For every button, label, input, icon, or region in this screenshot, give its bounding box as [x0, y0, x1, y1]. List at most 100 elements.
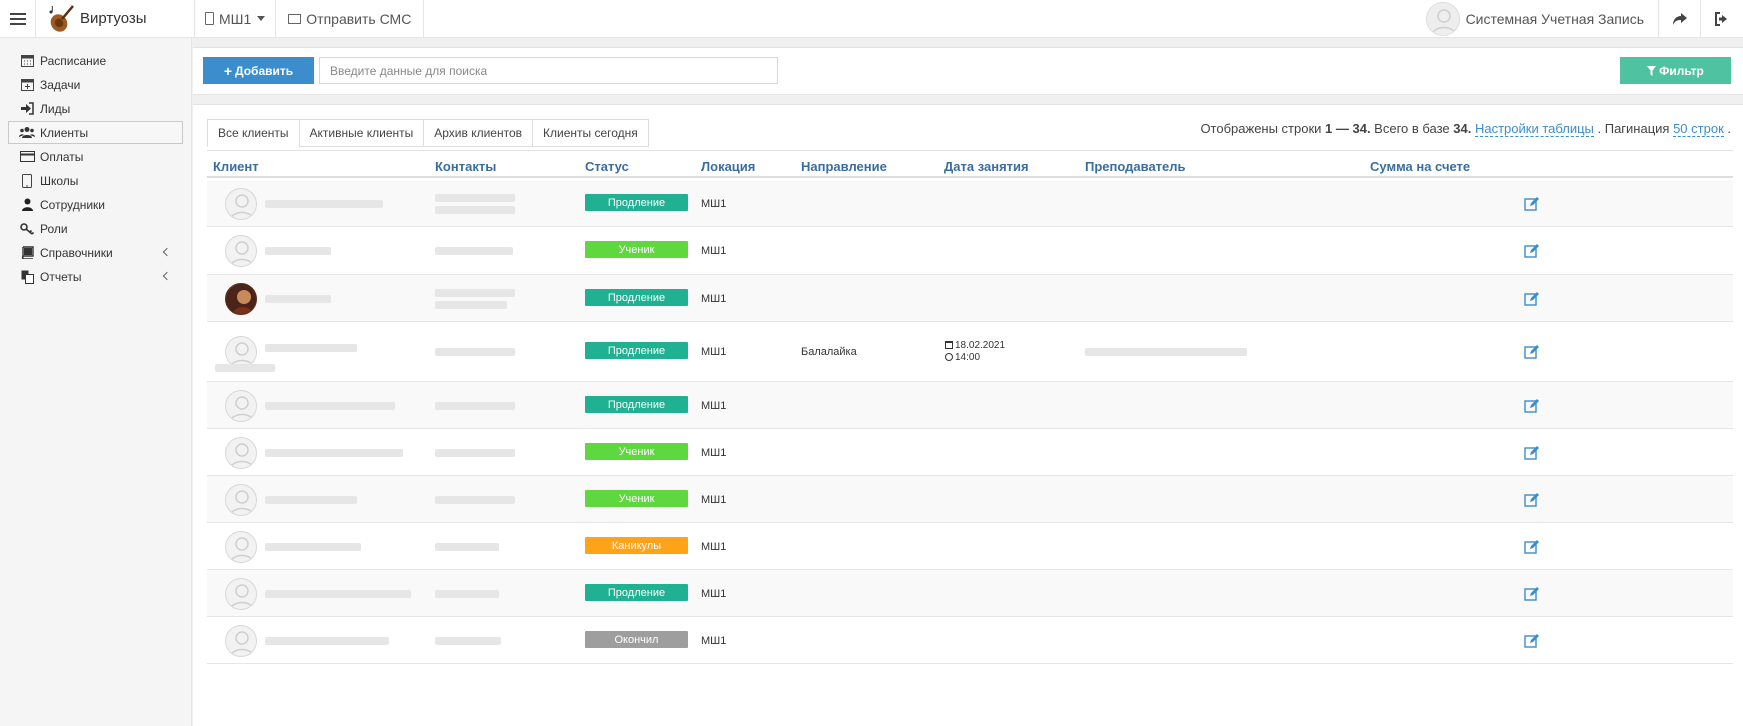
table-row[interactable]: Продление МШ1 — [207, 570, 1733, 617]
sidebar-item-schools[interactable]: Школы — [8, 169, 183, 192]
col-lesson-date[interactable]: Дата занятия — [944, 159, 1029, 174]
client-contact[interactable] — [435, 402, 515, 410]
client-name[interactable] — [265, 543, 361, 551]
client-contact[interactable] — [435, 449, 515, 457]
edit-icon[interactable] — [1524, 633, 1540, 649]
col-location[interactable]: Локация — [701, 159, 755, 174]
client-name[interactable] — [265, 295, 331, 303]
envelope-icon — [288, 13, 302, 24]
share-button[interactable] — [1659, 0, 1701, 38]
brand[interactable]: Виртуозы — [36, 0, 195, 38]
table-settings-link[interactable]: Настройки таблицы — [1474, 121, 1594, 137]
tab-archive-clients[interactable]: Архив клиентов — [423, 119, 534, 147]
tab-today-clients[interactable]: Клиенты сегодня — [532, 119, 649, 147]
client-name[interactable] — [265, 496, 357, 504]
info-prefix: Отображены строки — [1200, 121, 1326, 136]
filter-button[interactable]: Фильтр — [1620, 57, 1731, 84]
client-tabs: Все клиенты Активные клиенты Архив клиен… — [207, 119, 649, 147]
client-contact[interactable] — [435, 206, 515, 214]
col-status[interactable]: Статус — [585, 159, 629, 174]
edit-icon[interactable] — [1524, 445, 1540, 461]
col-client[interactable]: Клиент — [213, 159, 259, 174]
tab-active-clients[interactable]: Активные клиенты — [298, 119, 425, 147]
client-name[interactable] — [265, 247, 331, 255]
add-client-button[interactable]: + Добавить — [203, 57, 314, 84]
sidebar-item-roles[interactable]: Роли — [8, 217, 183, 240]
col-balance[interactable]: Сумма на счете — [1370, 159, 1470, 174]
client-name[interactable] — [265, 449, 403, 457]
table-row[interactable]: Окончил МШ1 — [207, 617, 1733, 664]
client-avatar — [225, 283, 257, 315]
edit-icon[interactable] — [1524, 291, 1540, 307]
table-row[interactable]: Продление МШ1 — [207, 382, 1733, 429]
edit-icon[interactable] — [1524, 344, 1540, 360]
search-input[interactable] — [319, 57, 778, 84]
sidebar-item-reports[interactable]: Отчеты — [8, 265, 183, 288]
client-avatar — [225, 390, 257, 422]
col-direction[interactable]: Направление — [801, 159, 887, 174]
school-label: МШ1 — [219, 10, 252, 27]
sidebar-item-label: Задачи — [40, 77, 81, 92]
edit-icon[interactable] — [1524, 586, 1540, 602]
client-contact[interactable] — [435, 289, 515, 297]
school-selector[interactable]: МШ1 — [195, 0, 277, 38]
user-menu[interactable]: Системная Учетная Запись — [1425, 0, 1659, 38]
client-location: МШ1 — [701, 447, 727, 459]
client-contact[interactable] — [435, 194, 515, 202]
client-name[interactable] — [265, 200, 383, 208]
tab-all-clients[interactable]: Все клиенты — [207, 119, 300, 147]
client-name[interactable] — [265, 402, 395, 410]
chevron-left-icon — [162, 271, 172, 281]
client-name[interactable] — [265, 590, 411, 598]
edit-icon[interactable] — [1524, 492, 1540, 508]
edit-icon[interactable] — [1524, 196, 1540, 212]
building-icon — [19, 173, 35, 188]
client-location: МШ1 — [701, 541, 727, 553]
pagination-link[interactable]: 50 строк — [1673, 121, 1724, 137]
client-contact[interactable] — [435, 637, 501, 645]
edit-icon[interactable] — [1524, 243, 1540, 259]
client-contact[interactable] — [435, 247, 513, 255]
client-contact[interactable] — [435, 543, 499, 551]
table-row[interactable]: Каникулы МШ1 — [207, 523, 1733, 570]
table-row[interactable]: Ученик МШ1 — [207, 227, 1733, 275]
table-row[interactable]: Ученик МШ1 — [207, 429, 1733, 476]
sidebar-item-references[interactable]: Справочники — [8, 241, 183, 264]
sidebar-item-label: Клиенты — [40, 125, 89, 140]
table-row[interactable]: Продление МШ1 — [207, 275, 1733, 322]
col-teacher[interactable]: Преподаватель — [1085, 159, 1186, 174]
table-info: Отображены строки 1 — 34. Всего в базе 3… — [1200, 121, 1731, 137]
sidebar-item-schedule[interactable]: Расписание — [8, 49, 183, 72]
table-row[interactable]: Продление МШ1 Балалайка 18.02.2021 14:00 — [207, 322, 1733, 382]
client-name[interactable] — [215, 364, 275, 372]
edit-icon[interactable] — [1524, 539, 1540, 555]
logout-button[interactable] — [1701, 0, 1743, 38]
menu-toggle-button[interactable] — [0, 0, 36, 38]
sidebar-item-tasks[interactable]: Задачи — [8, 73, 183, 96]
client-location: МШ1 — [701, 494, 727, 506]
client-location: МШ1 — [701, 635, 727, 647]
send-sms-button[interactable]: Отправить СМС — [276, 0, 425, 38]
status-badge: Продление — [585, 194, 688, 211]
chevron-left-icon — [162, 247, 172, 257]
sidebar-item-staff[interactable]: Сотрудники — [8, 193, 183, 216]
client-contact[interactable] — [435, 590, 499, 598]
table-row[interactable]: Продление МШ1 — [207, 180, 1733, 227]
client-name[interactable] — [265, 344, 357, 352]
edit-icon[interactable] — [1524, 398, 1540, 414]
client-contact[interactable] — [435, 301, 507, 309]
table-row[interactable]: Ученик МШ1 — [207, 476, 1733, 523]
client-avatar — [225, 578, 257, 610]
col-contacts[interactable]: Контакты — [435, 159, 496, 174]
client-contact[interactable] — [435, 348, 515, 356]
sidebar-item-label: Роли — [40, 221, 68, 236]
sidebar-item-clients[interactable]: Клиенты — [8, 121, 183, 144]
client-name[interactable] — [265, 637, 389, 645]
sidebar-item-payments[interactable]: Оплаты — [8, 145, 183, 168]
info-sep: . Пагинация — [1593, 121, 1674, 136]
sidebar-item-leads[interactable]: Лиды — [8, 97, 183, 120]
calendar-icon — [945, 341, 953, 349]
client-contact[interactable] — [435, 496, 515, 504]
client-direction: Балалайка — [801, 346, 857, 358]
sidebar-item-label: Справочники — [40, 245, 113, 260]
